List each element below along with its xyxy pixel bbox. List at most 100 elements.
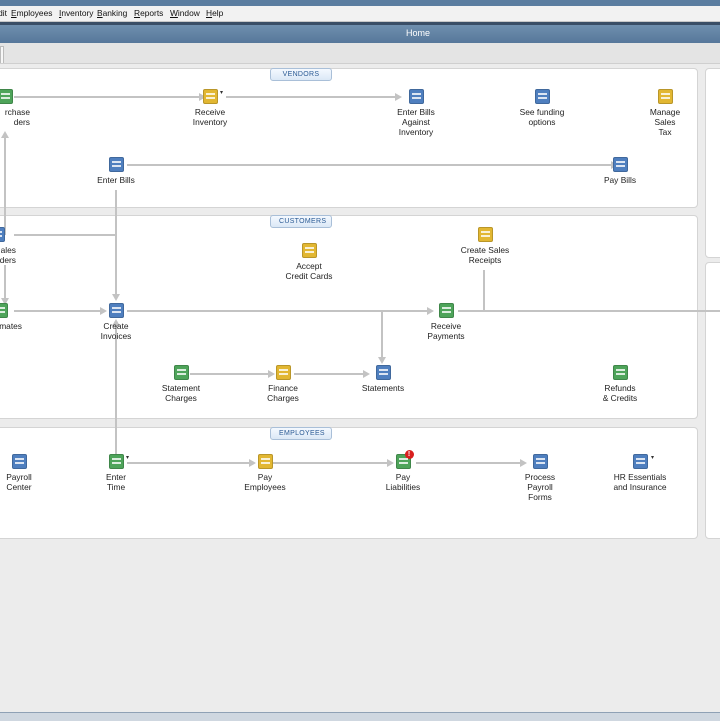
tab-home[interactable] bbox=[0, 46, 4, 63]
statements-icon bbox=[375, 365, 391, 380]
enter-bills-node[interactable]: Enter Bills bbox=[88, 157, 144, 185]
pay-bills-label: Pay Bills bbox=[603, 175, 637, 185]
flow-line bbox=[127, 310, 429, 312]
refunds-credits-label: Refunds & Credits bbox=[602, 383, 638, 403]
receive-inventory-icon bbox=[202, 89, 218, 104]
estimates-icon bbox=[0, 303, 8, 318]
see-funding-options-node[interactable]: See funding options bbox=[510, 89, 574, 127]
accept-credit-cards-label: Accept Credit Cards bbox=[285, 261, 333, 281]
finance-charges-node[interactable]: Finance Charges bbox=[256, 365, 310, 403]
payroll-center-node[interactable]: Payroll Center bbox=[0, 454, 42, 492]
statements-node[interactable]: Statements bbox=[356, 365, 410, 393]
funding-options-icon bbox=[534, 89, 550, 104]
pay-employees-node[interactable]: Pay Employees bbox=[238, 454, 292, 492]
flow-arrow bbox=[1, 131, 9, 138]
accept-credit-cards-node[interactable]: Accept Credit Cards bbox=[278, 243, 340, 281]
create-sales-receipts-label: Create Sales Receipts bbox=[460, 245, 510, 265]
flow-line bbox=[226, 96, 397, 98]
tab-strip bbox=[0, 43, 720, 64]
customers-header: CUSTOMERS bbox=[270, 215, 332, 228]
flow-line bbox=[127, 462, 251, 464]
see-funding-options-label: See funding options bbox=[519, 107, 565, 127]
enter-time-node[interactable]: Enter Time bbox=[94, 454, 138, 492]
hr-essentials-label: HR Essentials and Insurance bbox=[613, 472, 667, 492]
enter-bills-against-inventory-label: Enter Bills Against Inventory bbox=[397, 107, 435, 137]
receive-payments-label: Receive Payments bbox=[427, 321, 465, 341]
sales-orders-node[interactable]: ales ders bbox=[0, 227, 16, 265]
enter-time-label: Enter Time bbox=[105, 472, 127, 492]
menu-employees[interactable]: Employees bbox=[11, 8, 52, 18]
receive-payments-icon bbox=[438, 303, 454, 318]
create-invoices-node[interactable]: Create Invoices bbox=[92, 303, 140, 341]
purchase-orders-label: rchase ders bbox=[4, 107, 30, 127]
flow-arrow bbox=[378, 357, 386, 364]
sales-tax-icon bbox=[657, 89, 673, 104]
flow-line bbox=[14, 234, 116, 236]
enter-bills-label: Enter Bills bbox=[97, 175, 135, 185]
side-panel-bottom bbox=[705, 262, 720, 539]
statement-charges-node[interactable]: Statement Charges bbox=[152, 365, 210, 403]
flow-line bbox=[483, 270, 485, 311]
flow-arrow bbox=[112, 294, 120, 301]
flow-line bbox=[127, 164, 613, 166]
purchase-orders-icon bbox=[0, 89, 13, 104]
sales-orders-label: ales ders bbox=[0, 245, 16, 265]
enter-bills-icon bbox=[108, 157, 124, 172]
pay-bills-node[interactable]: Pay Bills bbox=[594, 157, 646, 185]
alert-badge-icon: ! bbox=[404, 450, 414, 459]
flow-line bbox=[14, 310, 102, 312]
manage-sales-tax-label: Manage Sales Tax bbox=[649, 107, 681, 137]
pay-liabilities-label: Pay Liabilities bbox=[385, 472, 421, 492]
enter-bills-against-inventory-icon bbox=[408, 89, 424, 104]
pay-liabilities-node[interactable]: ! Pay Liabilities bbox=[377, 450, 429, 492]
menu-bar: Edit Employees Inventory Banking Reports… bbox=[0, 6, 720, 22]
payroll-forms-icon bbox=[532, 454, 548, 469]
hr-essentials-dropdown-icon[interactable]: ▾ bbox=[651, 454, 654, 461]
estimates-label: mates bbox=[0, 321, 22, 331]
statement-charges-icon bbox=[173, 365, 189, 380]
flow-line bbox=[4, 138, 6, 235]
receive-inventory-node[interactable]: Receive Inventory bbox=[180, 89, 240, 127]
window-title-bar: Home bbox=[0, 25, 720, 43]
estimates-node[interactable]: mates bbox=[0, 303, 22, 331]
manage-sales-tax-node[interactable]: Manage Sales Tax bbox=[640, 89, 690, 137]
pay-employees-label: Pay Employees bbox=[244, 472, 286, 492]
statement-charges-label: Statement Charges bbox=[161, 383, 201, 403]
pay-employees-icon bbox=[257, 454, 273, 469]
sales-orders-icon bbox=[0, 227, 5, 242]
hr-essentials-node[interactable]: HR Essentials and Insurance bbox=[606, 454, 674, 492]
employees-header: EMPLOYEES bbox=[270, 427, 332, 440]
enter-time-icon bbox=[108, 454, 124, 469]
create-invoices-label: Create Invoices bbox=[100, 321, 132, 341]
purchase-orders-node[interactable]: rchase ders bbox=[0, 89, 30, 127]
payroll-center-icon bbox=[11, 454, 27, 469]
receive-inventory-label: Receive Inventory bbox=[192, 107, 228, 127]
menu-window[interactable]: Window bbox=[170, 8, 200, 18]
menu-edit[interactable]: Edit bbox=[0, 8, 7, 18]
receive-payments-node[interactable]: Receive Payments bbox=[418, 303, 474, 341]
flow-line bbox=[416, 462, 522, 464]
invoice-icon bbox=[108, 303, 124, 318]
refunds-credits-icon bbox=[612, 365, 628, 380]
enter-time-dropdown-icon[interactable]: ▾ bbox=[126, 454, 129, 461]
finance-charges-label: Finance Charges bbox=[267, 383, 299, 403]
refunds-credits-node[interactable]: Refunds & Credits bbox=[594, 365, 646, 403]
enter-bills-against-inventory-node[interactable]: Enter Bills Against Inventory bbox=[384, 89, 448, 137]
menu-banking[interactable]: Banking bbox=[97, 8, 127, 18]
statements-label: Statements bbox=[361, 383, 405, 393]
hr-essentials-icon bbox=[632, 454, 648, 469]
receive-inventory-dropdown-icon[interactable]: ▾ bbox=[220, 89, 223, 96]
create-sales-receipts-node[interactable]: Create Sales Receipts bbox=[453, 227, 517, 265]
process-payroll-forms-node[interactable]: Process Payroll Forms bbox=[512, 454, 568, 502]
menu-inventory[interactable]: Inventory bbox=[59, 8, 93, 18]
flow-line bbox=[381, 312, 383, 357]
finance-charges-icon bbox=[275, 365, 291, 380]
vendors-header: VENDORS bbox=[270, 68, 332, 81]
menu-help[interactable]: Help bbox=[206, 8, 223, 18]
sales-receipt-icon bbox=[477, 227, 493, 242]
flow-line bbox=[115, 326, 117, 456]
process-payroll-forms-label: Process Payroll Forms bbox=[524, 472, 556, 502]
credit-card-icon bbox=[301, 243, 317, 258]
menu-reports[interactable]: Reports bbox=[134, 8, 163, 18]
payroll-center-label: Payroll Center bbox=[6, 472, 32, 492]
